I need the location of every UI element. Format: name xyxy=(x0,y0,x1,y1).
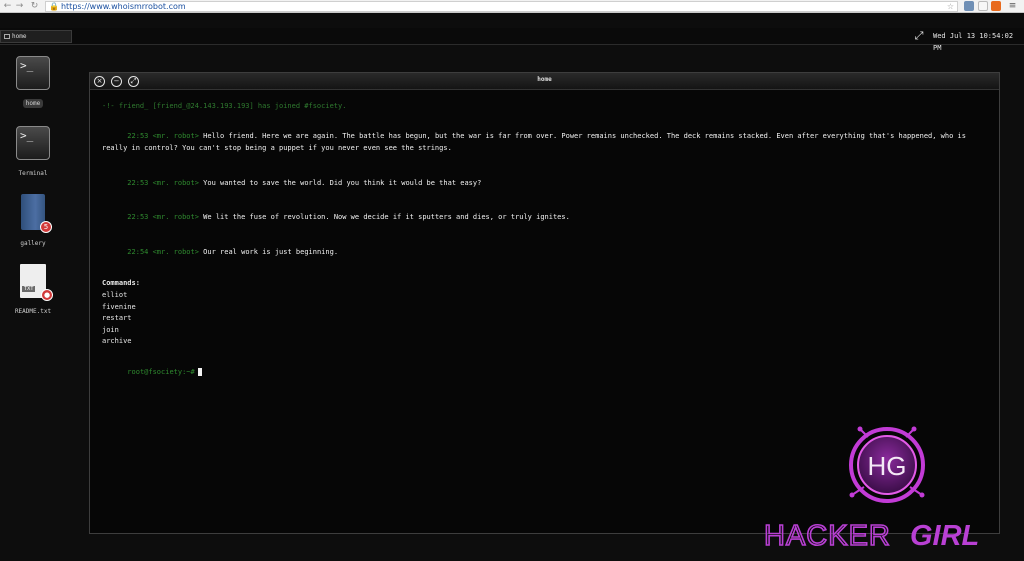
folder-icon: 5 xyxy=(21,194,52,233)
message-text: Our real work is just beginning. xyxy=(203,248,339,257)
chat-message: 22:53 <mr. robot> You wanted to save the… xyxy=(102,166,987,201)
hackergirl-watermark: HG HACKER GIRL xyxy=(763,426,979,553)
file-extension-tag: TXT xyxy=(22,286,36,292)
message-nick: <mr. robot> xyxy=(152,213,199,222)
command-item[interactable]: fivenine xyxy=(102,302,987,314)
os-top-bar: home ⤢ Wed Jul 13 10:54:02 PM xyxy=(0,28,1024,52)
chat-message: 22:53 <mr. robot> Hello friend. Here we … xyxy=(102,120,987,166)
browser-menu-icon[interactable]: ≡ xyxy=(1007,1,1018,12)
commands-header: Commands: xyxy=(102,279,140,288)
desktop-icon-terminal[interactable]: >_ Terminal xyxy=(8,126,58,179)
message-text: You wanted to save the world. Did you th… xyxy=(203,178,482,187)
translate-extension-icon[interactable] xyxy=(964,1,974,11)
message-timestamp: 22:53 xyxy=(127,213,149,222)
forward-icon[interactable]: → xyxy=(14,1,25,12)
message-timestamp: 22:53 xyxy=(127,178,149,187)
extension-orange-icon[interactable] xyxy=(991,1,1001,11)
window-mini-icon xyxy=(4,34,10,39)
extension-icon[interactable] xyxy=(978,1,988,11)
desktop-icon-label: Terminal xyxy=(18,170,48,177)
message-nick: <mr. robot> xyxy=(152,248,199,257)
message-timestamp: 22:54 xyxy=(127,248,149,257)
reload-icon[interactable]: ↻ xyxy=(29,1,40,12)
message-text: We lit the fuse of revolution. Now we de… xyxy=(203,213,570,222)
taskbar-window-tab[interactable]: home xyxy=(0,30,72,43)
desktop-icon-home[interactable]: >_ home xyxy=(8,56,58,109)
message-nick: <mr. robot> xyxy=(152,132,199,141)
brand-text-hacker: HACKER xyxy=(764,520,891,552)
message-nick: <mr. robot> xyxy=(152,178,199,187)
command-item[interactable]: restart xyxy=(102,313,987,325)
text-file-icon: TXT ● xyxy=(20,264,53,301)
brand-text-girl: GIRL xyxy=(910,520,979,552)
command-item[interactable]: join xyxy=(102,325,987,337)
url-text: https://www.whoismrrobot.com xyxy=(60,2,186,11)
notification-badge: ● xyxy=(41,289,53,301)
window-titlebar[interactable]: × − ⤢ home xyxy=(90,73,999,90)
message-timestamp: 22:53 xyxy=(127,132,149,141)
terminal-icon: >_ xyxy=(16,56,50,90)
hg-logo-text: HG xyxy=(868,451,907,481)
lock-icon: 🔒 xyxy=(49,2,59,11)
command-prompt[interactable]: root@fsociety:~# xyxy=(102,356,987,391)
terminal-output[interactable]: -!- friend_ [friend_@24.143.193.193] has… xyxy=(102,101,987,391)
prompt-text: root@fsociety:~# xyxy=(127,368,195,377)
taskbar-window-label: home xyxy=(12,33,27,40)
desktop-icon-gallery[interactable]: 5 gallery xyxy=(8,194,58,249)
bookmark-star-icon[interactable]: ☆ xyxy=(947,2,954,11)
address-bar[interactable]: 🔒 https://www.whoismrrobot.com ☆ xyxy=(45,1,958,12)
desktop-icon-label: README.txt xyxy=(14,308,52,315)
command-item[interactable]: elliot xyxy=(102,290,987,302)
chat-message: 22:54 <mr. robot> Our real work is just … xyxy=(102,236,987,271)
notification-badge: 5 xyxy=(40,221,52,233)
message-text: Hello friend. Here we are again. The bat… xyxy=(102,132,971,152)
desktop-icon-label: gallery xyxy=(20,240,46,247)
chat-message: 22:53 <mr. robot> We lit the fuse of rev… xyxy=(102,201,987,236)
browser-toolbar: ← → ↻ 🔒 https://www.whoismrrobot.com ☆ ≡ xyxy=(0,0,1024,13)
terminal-icon: >_ xyxy=(16,126,50,160)
text-cursor xyxy=(197,368,202,377)
window-title: home xyxy=(537,76,552,83)
command-item[interactable]: archive xyxy=(102,336,987,348)
desktop-icon-label: home xyxy=(22,99,44,108)
fullscreen-icon[interactable]: ⤢ xyxy=(913,30,925,42)
back-icon[interactable]: ← xyxy=(2,1,13,12)
system-clock: Wed Jul 13 10:54:02 PM xyxy=(933,32,1014,52)
desktop-icon-readme[interactable]: TXT ● README.txt xyxy=(8,264,58,317)
join-line: -!- friend_ [friend_@24.143.193.193] has… xyxy=(102,102,347,110)
